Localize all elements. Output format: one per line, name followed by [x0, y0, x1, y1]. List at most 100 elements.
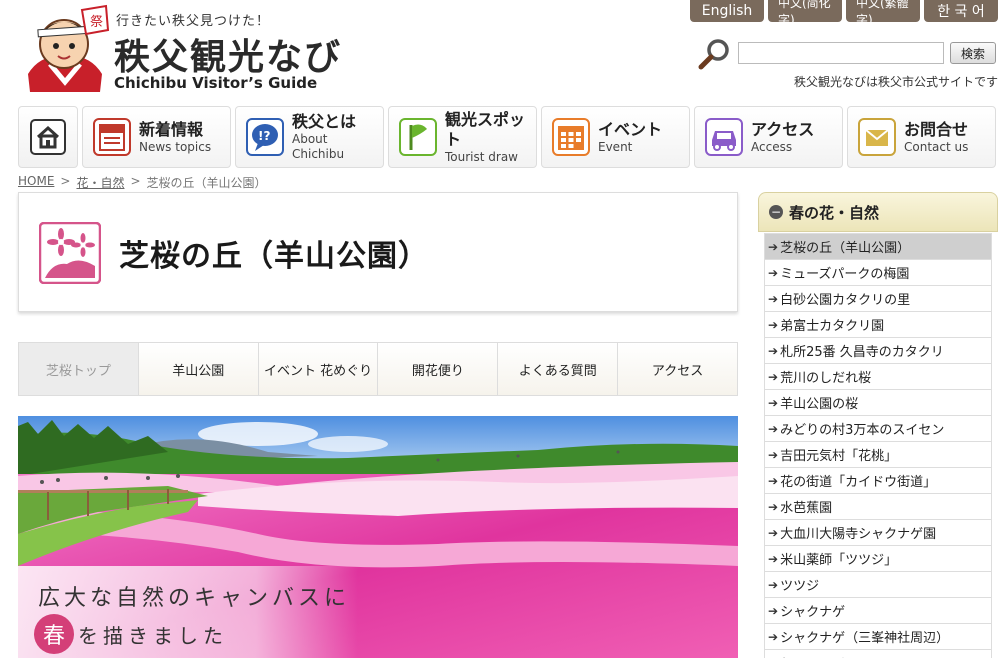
sidebar-item[interactable]: ➔ 荒川のしだれ桜 — [764, 364, 992, 390]
sidebar-item[interactable]: ➔ 芝桜の丘（羊山公園） — [764, 234, 992, 260]
envelope-icon — [858, 118, 896, 156]
site-logo-subtitle: Chichibu Visitor’s Guide — [114, 74, 318, 92]
sidebar-item-label: 弟富士カタクリ園 — [780, 319, 885, 334]
hero-caption-line2-text: を描きました — [78, 623, 228, 648]
sidebar-item-label: 札所25番 久昌寺のカタクリ — [780, 345, 944, 360]
arrow-right-icon: ➔ — [768, 447, 779, 462]
sidebar-item-label: ミューズパークの梅園 — [780, 267, 910, 282]
sidebar-item-label: ツツジ — [780, 579, 820, 594]
tab-hitsujiyama-park[interactable]: 羊山公園 — [138, 343, 259, 395]
sidebar-item[interactable]: ➔ 大血川大陽寺シャクナゲ園 — [764, 520, 992, 546]
svg-text:!?: !? — [258, 129, 270, 143]
page-title-box: 芝桜の丘（羊山公園） — [18, 192, 738, 312]
hero-caption-spring-badge: 春 — [34, 614, 74, 654]
lang-english-button[interactable]: English — [690, 0, 764, 22]
nav-contact[interactable]: お問合せ Contact us — [847, 106, 996, 168]
arrow-right-icon: ➔ — [768, 265, 779, 280]
tab-event-flower-tour[interactable]: イベント 花めぐり — [258, 343, 379, 395]
site-header: 祭 行きたい秩父見つけた！ 秩父観光なび Chichibu Visitor’s … — [0, 0, 1008, 100]
sidebar-title: 春の花・自然 — [789, 203, 880, 222]
sidebar-item[interactable]: ➔ 白砂公園カタクリの里 — [764, 286, 992, 312]
arrow-right-icon: ➔ — [768, 291, 779, 306]
nav-news-label: 新着情報 — [139, 119, 204, 139]
flag-icon — [399, 118, 437, 156]
calendar-icon — [552, 118, 590, 156]
nav-spots-label: 観光スポット — [445, 109, 526, 149]
lang-chinese-simplified-button[interactable]: 中文(简化字) — [768, 0, 842, 27]
sidebar-list: ➔ 芝桜の丘（羊山公園） ➔ ミューズパークの梅園 ➔ 白砂公園カタクリの里 ➔ 弟富士カタク… — [764, 233, 992, 658]
sidebar-item-label: 芝桜の丘（羊山公園） — [780, 241, 911, 256]
arrow-right-icon: ➔ — [768, 551, 779, 566]
sidebar: − 春の花・自然 ➔ 芝桜の丘（羊山公園） ➔ ミューズパークの梅園 ➔ 白砂公園カタクリ… — [758, 192, 998, 658]
lang-korean-button[interactable]: 한 국 어 — [924, 0, 998, 22]
nav-access-sublabel: Access — [751, 139, 793, 154]
nav-event-label: イベント — [598, 119, 663, 139]
sidebar-item-label: ヤマツツジ — [780, 653, 845, 658]
arrow-right-icon: ➔ — [768, 395, 779, 410]
nav-home-button[interactable] — [18, 106, 78, 168]
breadcrumb: HOME > 花・自然 > 芝桜の丘（羊山公園） — [18, 174, 267, 191]
nav-about[interactable]: !? 秩父とは About Chichibu — [235, 106, 384, 168]
sidebar-item-label: 大血川大陽寺シャクナゲ園 — [780, 527, 937, 542]
arrow-right-icon: ➔ — [768, 317, 779, 332]
sub-nav: 芝桜トップ 羊山公園 イベント 花めぐり 開花便り よくある質問 アクセス — [18, 342, 738, 396]
breadcrumb-home-link[interactable]: HOME — [18, 174, 54, 191]
search-button[interactable]: 検索 — [950, 42, 996, 64]
arrow-right-icon: ➔ — [768, 499, 779, 514]
breadcrumb-category-link[interactable]: 花・自然 — [76, 174, 124, 191]
sidebar-item[interactable]: ➔ シャクナゲ — [764, 598, 992, 624]
sidebar-item[interactable]: ➔ 水芭蕉園 — [764, 494, 992, 520]
car-icon — [705, 118, 743, 156]
news-icon — [93, 118, 131, 156]
svg-text:祭: 祭 — [90, 15, 103, 30]
tab-shibazakura-top[interactable]: 芝桜トップ — [19, 343, 139, 395]
arrow-right-icon: ➔ — [768, 421, 779, 436]
sidebar-item[interactable]: ➔ 米山薬師「ツツジ」 — [764, 546, 992, 572]
site-logo-title[interactable]: 秩父観光なび — [114, 28, 342, 80]
mascot-logo-icon[interactable]: 祭 — [20, 4, 110, 92]
flower-icon — [39, 222, 101, 284]
nav-news[interactable]: 新着情報 News topics — [82, 106, 231, 168]
search-input[interactable] — [738, 42, 944, 64]
sidebar-item[interactable]: ➔ 吉田元気村「花桃」 — [764, 442, 992, 468]
sidebar-item[interactable]: ➔ 札所25番 久昌寺のカタクリ — [764, 338, 992, 364]
sidebar-item-label: 羊山公園の桜 — [780, 397, 859, 412]
sidebar-item[interactable]: ➔ 弟富士カタクリ園 — [764, 312, 992, 338]
official-site-note: 秩父観光なびは秩父市公式サイトです — [793, 75, 998, 89]
nav-access-label: アクセス — [751, 119, 815, 139]
sidebar-item[interactable]: ➔ 羊山公園の桜 — [764, 390, 992, 416]
sidebar-item-label: 米山薬師「ツツジ」 — [780, 553, 898, 568]
language-switcher: English 中文(简化字) 中文(繁體字) 한 국 어 — [690, 0, 998, 27]
tab-bloom-report[interactable]: 開花便り — [378, 343, 499, 395]
house-icon — [30, 119, 66, 155]
sidebar-item[interactable]: ➔ ミューズパークの梅園 — [764, 260, 992, 286]
arrow-right-icon: ➔ — [768, 577, 779, 592]
tab-faq[interactable]: よくある質問 — [498, 343, 619, 395]
sidebar-header[interactable]: − 春の花・自然 — [758, 192, 998, 232]
lang-chinese-traditional-button[interactable]: 中文(繁體字) — [846, 0, 920, 27]
sidebar-item[interactable]: ➔ みどりの村3万本のスイセン — [764, 416, 992, 442]
nav-contact-label: お問合せ — [904, 119, 969, 139]
arrow-right-icon: ➔ — [768, 473, 779, 488]
sidebar-item-label: 荒川のしだれ桜 — [780, 371, 872, 386]
breadcrumb-separator: > — [60, 174, 71, 188]
tab-access[interactable]: アクセス — [618, 343, 737, 395]
nav-about-label: 秩父とは — [292, 112, 357, 131]
nav-event[interactable]: イベント Event — [541, 106, 690, 168]
sidebar-item-label: 白砂公園カタクリの里 — [780, 293, 911, 308]
nav-contact-sublabel: Contact us — [904, 139, 969, 154]
sidebar-item[interactable]: ➔ヤマツツジ — [764, 650, 992, 658]
sidebar-item[interactable]: ➔ シャクナゲ（三峯神社周辺） — [764, 624, 992, 650]
nav-news-sublabel: News topics — [139, 139, 212, 154]
arrow-right-icon: ➔ — [768, 629, 779, 644]
nav-spots[interactable]: 観光スポット Tourist draw — [388, 106, 537, 168]
hero-caption-line2: 春 を描きました — [34, 614, 228, 654]
sidebar-item[interactable]: ➔ 花の街道「カイドウ街道」 — [764, 468, 992, 494]
nav-access[interactable]: アクセス Access — [694, 106, 843, 168]
collapse-minus-icon: − — [769, 205, 783, 219]
site-tagline: 行きたい秩父見つけた！ — [116, 14, 271, 29]
arrow-right-icon: ➔ — [768, 343, 779, 358]
sidebar-item[interactable]: ➔ ツツジ — [764, 572, 992, 598]
sidebar-item-label: シャクナゲ（三峯神社周辺） — [780, 631, 950, 646]
breadcrumb-separator: > — [130, 174, 141, 188]
